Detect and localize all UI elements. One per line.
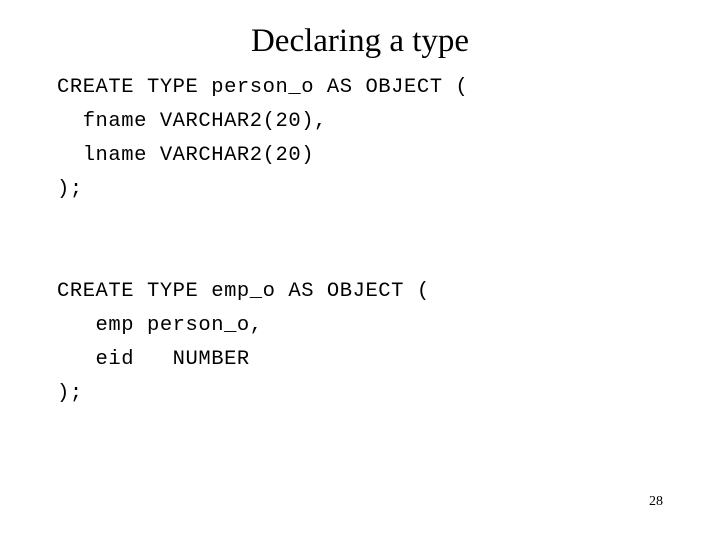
code-line: emp person_o,: [57, 314, 263, 337]
code-line: );: [57, 382, 83, 405]
code-line: CREATE TYPE person_o AS OBJECT (: [57, 76, 469, 99]
code-line: CREATE TYPE emp_o AS OBJECT (: [57, 280, 430, 303]
slide-canvas: Declaring a type CREATE TYPE person_o AS…: [0, 0, 720, 540]
code-line: eid NUMBER: [57, 348, 250, 371]
page-title: Declaring a type: [250, 23, 470, 59]
page-number: 28: [649, 494, 663, 509]
code-line: );: [57, 178, 83, 201]
code-line: lname VARCHAR2(20): [57, 144, 315, 167]
code-block: CREATE TYPE person_o AS OBJECT ( fname V…: [57, 71, 697, 411]
code-line: fname VARCHAR2(20),: [57, 110, 327, 133]
